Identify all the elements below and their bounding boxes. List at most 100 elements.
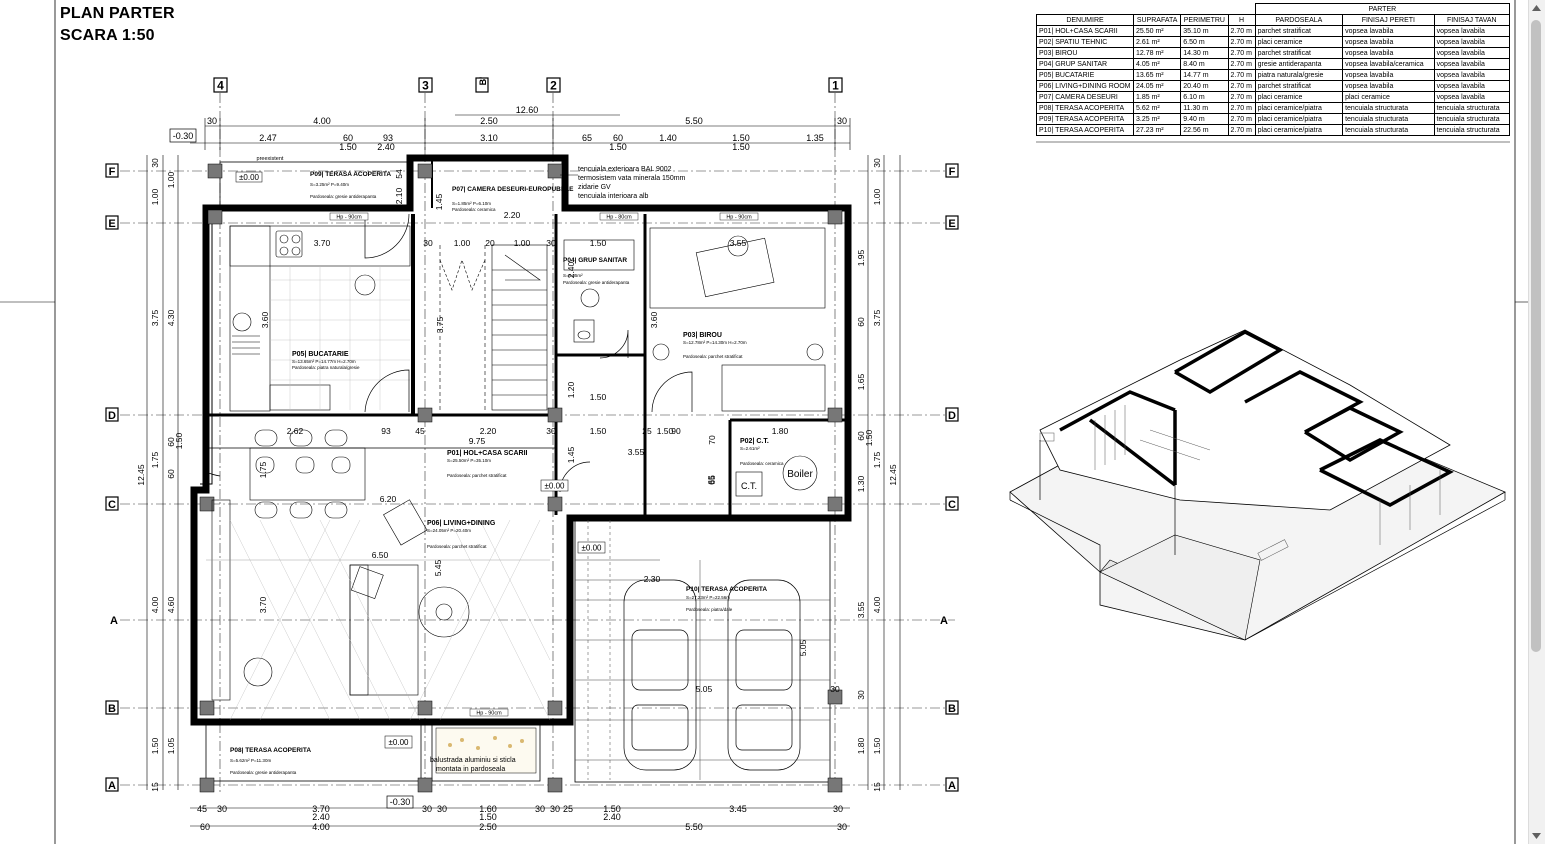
window-tag: Hp - 80cm bbox=[606, 215, 632, 221]
axis-label-d-left: D bbox=[108, 410, 116, 422]
room-floor: Pardoseala: parchet stratificat bbox=[427, 544, 487, 549]
room-name: P10| TERASA ACOPERITA bbox=[686, 586, 767, 593]
dim-text: 1.50 bbox=[864, 429, 874, 446]
dim-text: 4.00 bbox=[312, 822, 330, 832]
bottom-dimension-lines bbox=[190, 807, 850, 827]
dim-text: 1.50 bbox=[732, 142, 750, 152]
dim-text: 1.65 bbox=[856, 373, 866, 390]
dim-text: 6.50 bbox=[372, 550, 389, 560]
room-meta: S=1.85m² P=6.10m bbox=[452, 201, 491, 206]
dim-text: 60 bbox=[856, 317, 866, 327]
dim-text: 30 bbox=[422, 804, 432, 814]
dim-text-overall: 12.60 bbox=[516, 105, 539, 115]
scroll-down-button[interactable] bbox=[1528, 827, 1545, 844]
dim-text: 1.50 bbox=[174, 432, 184, 449]
dim-text: 30 bbox=[150, 158, 160, 168]
axis-label-c-right: C bbox=[948, 499, 956, 511]
room-meta: S=3.25m² P=9.40m bbox=[310, 182, 349, 187]
dim-text: 1.00 bbox=[872, 188, 882, 205]
dim-text: 3.55 bbox=[856, 601, 866, 618]
dim-text: 30 bbox=[872, 158, 882, 168]
floor-plan-drawing: 4 3 B' 2 1 F F E E D D C C A A B B A A 3… bbox=[0, 0, 1528, 844]
axis-label-f-right: F bbox=[949, 166, 956, 178]
level-text: ±0.00 bbox=[545, 482, 566, 491]
dim-text: 1.45 bbox=[566, 446, 576, 463]
columns bbox=[199, 163, 843, 793]
arrow-up-icon bbox=[1532, 5, 1541, 11]
dim-text: 1.05 bbox=[166, 737, 176, 754]
level-text: ±0.00 bbox=[389, 738, 410, 747]
railing-note: balustrada aluminiu si sticla montata in… bbox=[430, 727, 537, 774]
wall-layer-note: tencuiala exterioara BAL 9002 termosiste… bbox=[560, 166, 686, 200]
scroll-up-button[interactable] bbox=[1528, 0, 1545, 17]
axis-label-b-prime: B' bbox=[478, 77, 488, 86]
axis-label-a-left: A bbox=[108, 780, 116, 792]
axis-label-b-left: B bbox=[108, 703, 116, 715]
room-meta: S=5.62m² P=11.30m bbox=[230, 758, 271, 763]
room-floor: Pardoseala: gresie antiderapanta bbox=[310, 194, 377, 199]
dim-text: 70 bbox=[707, 435, 717, 445]
dim-text: 65 bbox=[582, 133, 592, 143]
dim-text: 1.00 bbox=[166, 171, 176, 188]
dim-text: 1.80 bbox=[856, 737, 866, 754]
dim-text: 2.40 bbox=[312, 812, 330, 822]
axis-label-a-prime-left: A bbox=[110, 615, 118, 627]
wall-note-line: zidarie GV bbox=[578, 184, 611, 191]
dim-text-overall-right: 12.45 bbox=[888, 464, 898, 486]
dim-text: 4.00 bbox=[313, 116, 331, 126]
dim-text: 5.05 bbox=[696, 684, 713, 694]
dim-text: 1.95 bbox=[856, 249, 866, 266]
dim-text: 1.00 bbox=[514, 238, 531, 248]
dim-text: 1.50 bbox=[609, 142, 627, 152]
scrollbar-thumb[interactable] bbox=[1531, 20, 1541, 652]
room-floor: Pardoseala: gresie antiderapanta bbox=[230, 770, 297, 775]
dim-text: 3.75 bbox=[435, 316, 445, 333]
axis-label-b-right: B bbox=[948, 703, 956, 715]
dim-text: 4.60 bbox=[166, 596, 176, 613]
top-dimension-lines bbox=[190, 114, 851, 150]
room-meta: S=27.23m² P=22.56m bbox=[686, 595, 730, 600]
wall-note-line: tencuiala interioara alb bbox=[578, 193, 649, 200]
dim-text: 30 bbox=[833, 804, 843, 814]
axis-label-c-left: C bbox=[108, 499, 116, 511]
dim-text: 2.40 bbox=[377, 142, 395, 152]
axis-label-f-left: F bbox=[109, 166, 116, 178]
dim-text: 2.30 bbox=[644, 574, 661, 584]
dim-text: 30 bbox=[207, 116, 217, 126]
railing-note-line: balustrada aluminiu si sticla bbox=[430, 757, 516, 764]
dim-text: 15 bbox=[872, 782, 882, 792]
internal-dimension-texts: 3.70 3.60 3.75 3.60 2.20 1.50 1.50 1.50 … bbox=[258, 169, 840, 694]
dim-text: 5.05 bbox=[798, 639, 808, 656]
dim-text: 6.20 bbox=[380, 494, 397, 504]
room-name: P05| BUCATARIE bbox=[292, 351, 349, 358]
dim-text: 3.70 bbox=[258, 596, 268, 613]
dim-text: 2.20 bbox=[480, 426, 497, 436]
axis-label-e-right: E bbox=[948, 218, 955, 230]
dim-text: 1.50 bbox=[590, 238, 607, 248]
left-dimension-texts: 30 1.00 1.00 3.75 4.30 60 1.50 1.75 60 1… bbox=[136, 158, 184, 792]
axis-label-1: 1 bbox=[832, 79, 839, 93]
dim-text: 1.50 bbox=[479, 812, 497, 822]
dim-text: 30 bbox=[546, 238, 556, 248]
dim-text: 3.70 bbox=[314, 238, 331, 248]
dim-text: 1.20 bbox=[566, 381, 576, 398]
dim-text: 4.00 bbox=[872, 596, 882, 613]
dim-text: 25 bbox=[642, 426, 652, 436]
dim-text: 1.35 bbox=[806, 133, 824, 143]
dim-text: 2.20 bbox=[504, 210, 521, 220]
dim-text: 54 bbox=[394, 169, 404, 179]
level-text: ±0.00 bbox=[582, 544, 603, 553]
axis-label-3: 3 bbox=[422, 79, 429, 93]
dim-text: 60 bbox=[200, 822, 210, 832]
axis-label-a-right: A bbox=[948, 780, 956, 792]
wall-note-line: termosistem vata minerala 150mm bbox=[578, 175, 686, 182]
room-name: P01| HOL+CASA SCARII bbox=[447, 450, 528, 457]
level-text-bottom: -0.30 bbox=[390, 797, 411, 807]
room-floor: Pardoseala: ceramica bbox=[452, 207, 496, 212]
room-name: P03| BIROU bbox=[683, 332, 722, 339]
dim-text: 5.50 bbox=[685, 822, 703, 832]
dim-text: 1.30 bbox=[856, 475, 866, 492]
dim-text: 1.50 bbox=[339, 142, 357, 152]
dim-text: 2.40 bbox=[603, 812, 621, 822]
dim-text: 1.40 bbox=[659, 133, 677, 143]
